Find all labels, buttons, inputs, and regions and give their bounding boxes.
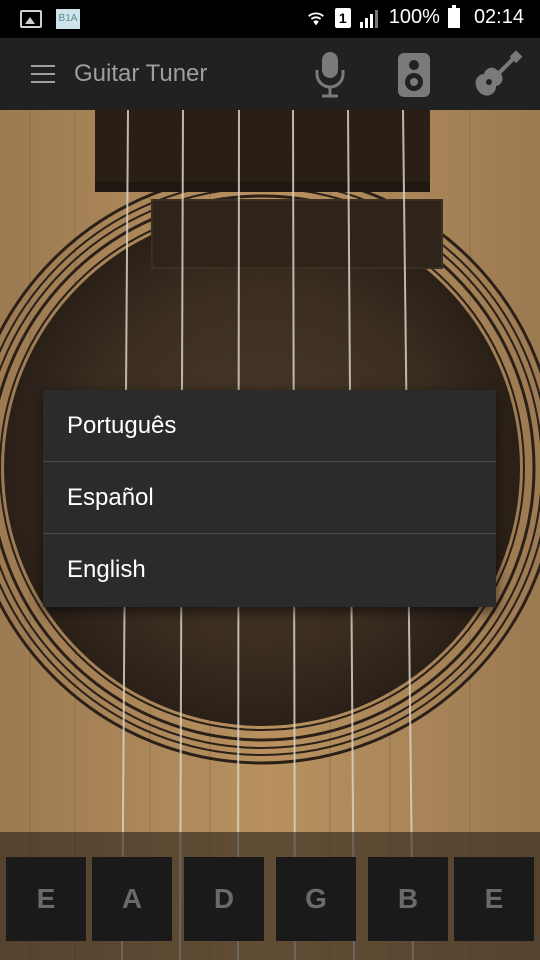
battery-icon [447, 4, 460, 28]
menu-item-portugues[interactable]: Português [43, 390, 496, 462]
speaker-icon[interactable] [396, 51, 432, 99]
menu-item-espanol[interactable]: Español [43, 462, 496, 534]
string-button-e-low[interactable]: E [6, 857, 86, 941]
microphone-icon[interactable] [312, 50, 348, 100]
string-button-a[interactable]: A [92, 857, 172, 941]
status-bar: B1A 1 100% 02:14 [0, 0, 540, 38]
app-title: Guitar Tuner [74, 60, 208, 87]
string-button-d[interactable]: D [184, 857, 264, 941]
guitar-icon[interactable] [472, 50, 524, 100]
menu-item-english[interactable]: English [43, 534, 496, 606]
string-button-e-high[interactable]: E [454, 857, 534, 941]
string-button-g[interactable]: G [276, 857, 356, 941]
language-menu: Português Español English [43, 390, 496, 607]
battery-percent: 100% [388, 6, 440, 28]
wifi-icon [307, 11, 324, 25]
string-button-b[interactable]: B [368, 857, 448, 941]
clock: 02:14 [473, 6, 524, 28]
menu-icon[interactable] [31, 65, 55, 83]
app-bar: Guitar Tuner [0, 38, 540, 110]
app-notification-icon: B1A [56, 9, 80, 29]
gallery-notification-icon [20, 10, 42, 28]
signal-icon [359, 9, 378, 28]
sim-icon: 1 [334, 7, 351, 28]
